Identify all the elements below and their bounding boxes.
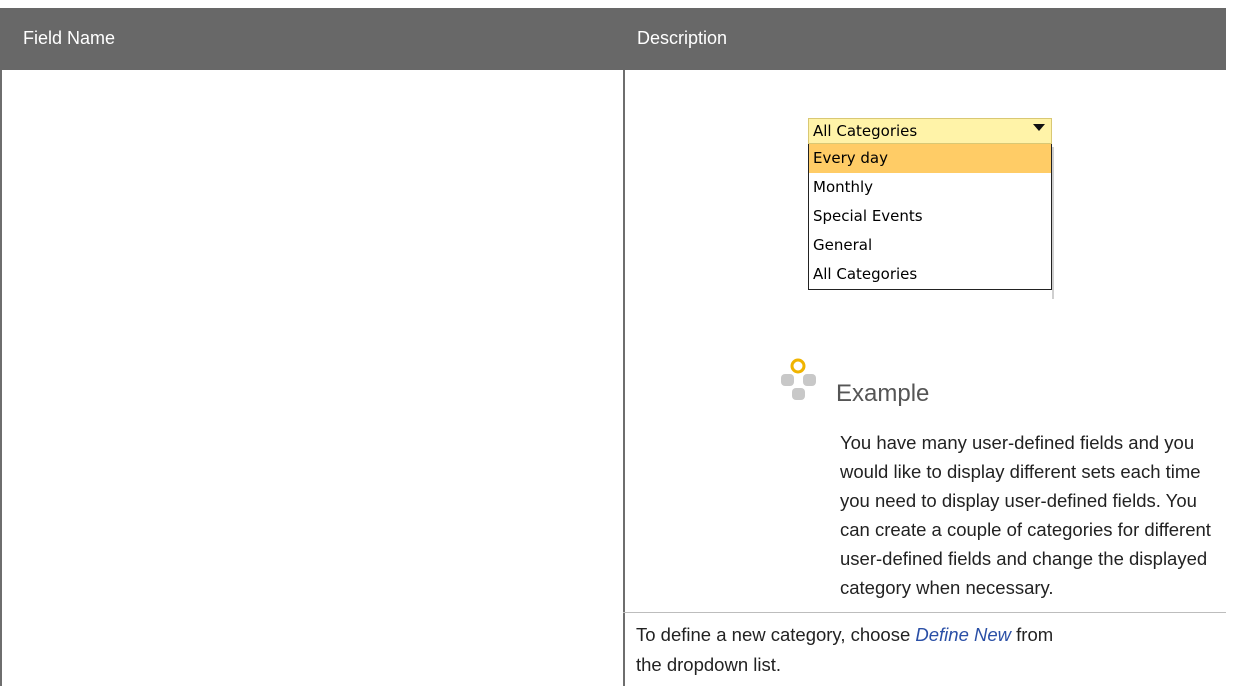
field-table: Field Name Description All Categories Ev…	[0, 0, 1246, 686]
dropdown-value: All Categories	[813, 122, 918, 140]
header-field-name: Field Name	[23, 28, 116, 48]
instruction-text: To define a new category, choose Define …	[636, 620, 1076, 680]
dropdown-options: Every day Monthly Special Events General…	[808, 143, 1052, 290]
column-divider	[623, 70, 625, 686]
example-icon	[781, 358, 816, 400]
option-every-day[interactable]: Every day	[809, 144, 1051, 173]
category-dropdown[interactable]: All Categories Every day Monthly Special…	[808, 118, 1052, 290]
table-header: Field Name Description	[0, 8, 1226, 70]
dropdown-shadow	[1052, 147, 1054, 299]
example-title: Example	[836, 380, 930, 407]
instruction-before: To define a new category, choose	[636, 624, 916, 645]
header-description: Description	[637, 28, 728, 48]
chevron-down-icon[interactable]	[1033, 124, 1045, 131]
dropdown-selected[interactable]: All Categories	[808, 118, 1052, 144]
option-monthly[interactable]: Monthly	[809, 173, 1051, 202]
define-new-link[interactable]: Define New	[915, 624, 1011, 645]
left-border	[0, 70, 2, 686]
example-text: You have many user-defined fields and yo…	[840, 432, 1211, 598]
option-special-events[interactable]: Special Events	[809, 202, 1051, 231]
option-general[interactable]: General	[809, 231, 1051, 260]
row-divider	[623, 612, 1226, 613]
option-all-categories[interactable]: All Categories	[809, 260, 1051, 289]
